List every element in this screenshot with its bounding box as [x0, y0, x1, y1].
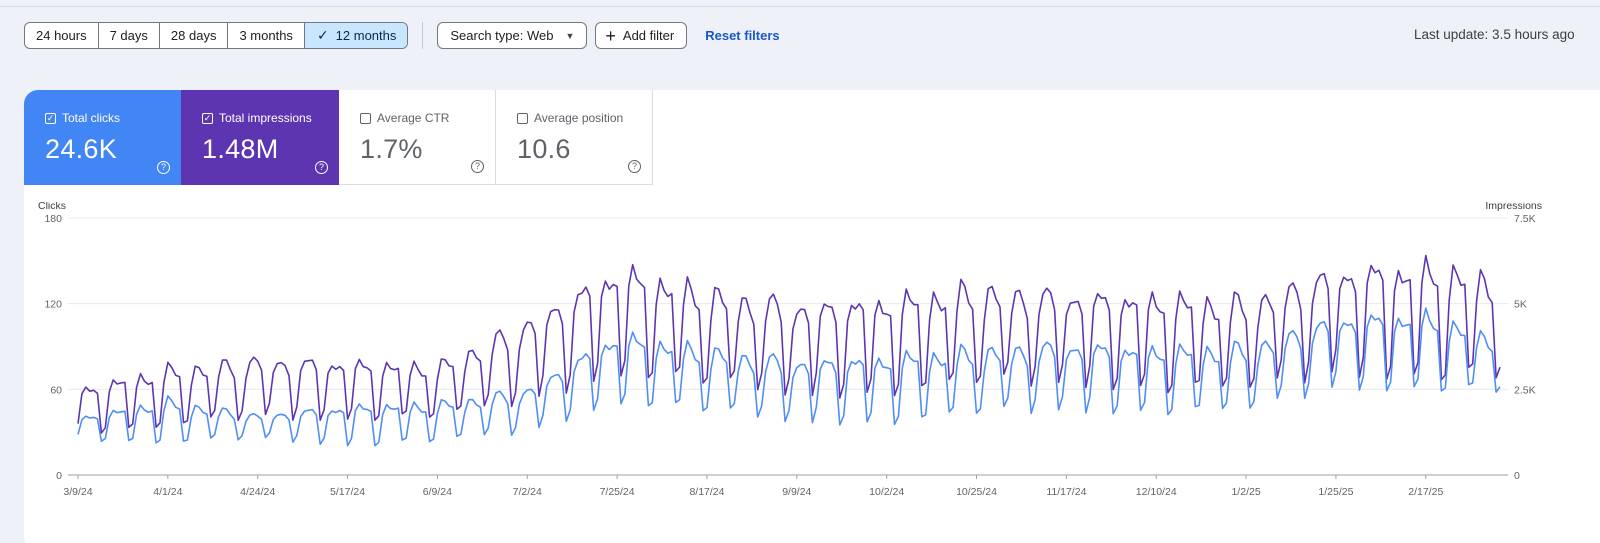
x-tick-label: 3/9/24 [63, 486, 92, 498]
range-label: 24 hours [36, 28, 87, 43]
range-label: 28 days [170, 28, 217, 43]
help-icon[interactable]: ? [315, 161, 328, 174]
help-icon[interactable]: ? [157, 161, 170, 174]
checkmark-icon: ✓ [316, 27, 329, 43]
x-tick-label: 10/2/24 [869, 486, 904, 498]
metric-average-ctr[interactable]: Average CTR 1.7% ? [339, 90, 496, 185]
reset-filters-link[interactable]: Reset filters [705, 28, 779, 43]
range-28-days[interactable]: 28 days [160, 23, 229, 48]
x-tick-label: 2/17/25 [1408, 486, 1443, 498]
metric-label: Total clicks [62, 111, 121, 125]
checkbox-unchecked-icon[interactable] [360, 112, 371, 124]
date-range-selector: 24 hours 7 days 28 days 3 months ✓ 12 mo… [24, 22, 409, 49]
metric-label: Average CTR [377, 111, 450, 125]
range-3-months[interactable]: 3 months [228, 23, 305, 48]
add-filter-button[interactable]: + Add filter [595, 22, 688, 49]
range-label: 3 months [239, 28, 293, 43]
metric-total-clicks[interactable]: ✓ Total clicks 24.6K ? [24, 90, 181, 185]
right-tick-label: 0 [1514, 470, 1520, 482]
checkbox-checked-icon[interactable]: ✓ [45, 112, 56, 124]
range-12-months[interactable]: ✓ 12 months [304, 23, 408, 48]
range-label: 7 days [109, 28, 148, 43]
caret-down-icon: ▼ [565, 30, 575, 41]
range-label: 12 months [335, 28, 397, 43]
metric-average-position[interactable]: Average position 10.6 ? [496, 90, 653, 185]
right-axis-title: Impressions [1485, 202, 1542, 212]
filter-divider [422, 22, 424, 49]
plus-icon: + [605, 25, 616, 46]
x-tick-label: 9/9/24 [782, 486, 811, 498]
checkbox-checked-icon[interactable]: ✓ [202, 112, 213, 124]
top-divider [0, 6, 1600, 7]
filter-bar: 24 hours 7 days 28 days 3 months ✓ 12 mo… [24, 22, 780, 49]
right-tick-label: 7.5K [1514, 213, 1536, 225]
metric-label: Average position [534, 111, 624, 125]
add-filter-label: Add filter [622, 28, 675, 43]
x-tick-label: 11/17/24 [1046, 486, 1086, 498]
x-tick-label: 1/2/25 [1231, 486, 1260, 498]
metric-total-impressions[interactable]: ✓ Total impressions 1.48M ? [181, 90, 339, 185]
x-tick-label: 8/17/24 [689, 486, 724, 498]
x-tick-label: 10/25/24 [956, 486, 997, 498]
help-icon[interactable]: ? [471, 160, 484, 173]
search-type-dropdown[interactable]: Search type: Web ▼ [437, 22, 588, 49]
range-7-days[interactable]: 7 days [99, 23, 160, 48]
last-update-text: Last update: 3.5 hours ago [1414, 27, 1575, 42]
right-tick-label: 2.5K [1514, 384, 1536, 396]
right-tick-label: 5K [1514, 299, 1527, 311]
x-tick-label: 4/1/24 [153, 486, 182, 498]
x-tick-label: 7/2/24 [513, 486, 542, 498]
metric-tabs: ✓ Total clicks 24.6K ? ✓ Total impressions… [24, 90, 653, 185]
range-24-hours[interactable]: 24 hours [25, 23, 99, 48]
help-icon[interactable]: ? [628, 160, 641, 173]
x-tick-label: 6/9/24 [423, 486, 452, 498]
x-tick-label: 4/24/24 [240, 486, 275, 498]
x-tick-label: 1/25/25 [1318, 486, 1353, 498]
search-type-label: Search type: Web [450, 28, 554, 43]
metric-label: Total impressions [219, 111, 312, 125]
left-tick-label: 60 [50, 384, 62, 396]
performance-chart[interactable]: Clicks Impressions 0 60 120 180 0 2.5K 5K 7.5K 3/9… [24, 202, 1594, 522]
left-tick-label: 0 [56, 470, 62, 482]
left-axis-title: Clicks [38, 202, 66, 212]
x-tick-label: 7/25/24 [600, 486, 635, 498]
left-tick-label: 180 [44, 213, 62, 225]
checkbox-unchecked-icon[interactable] [517, 112, 528, 124]
left-tick-label: 120 [44, 299, 62, 311]
x-tick-label: 12/10/24 [1136, 486, 1177, 498]
performance-card: ✓ Total clicks 24.6K ? ✓ Total impressions… [24, 90, 1600, 543]
x-tick-label: 5/17/24 [330, 486, 365, 498]
